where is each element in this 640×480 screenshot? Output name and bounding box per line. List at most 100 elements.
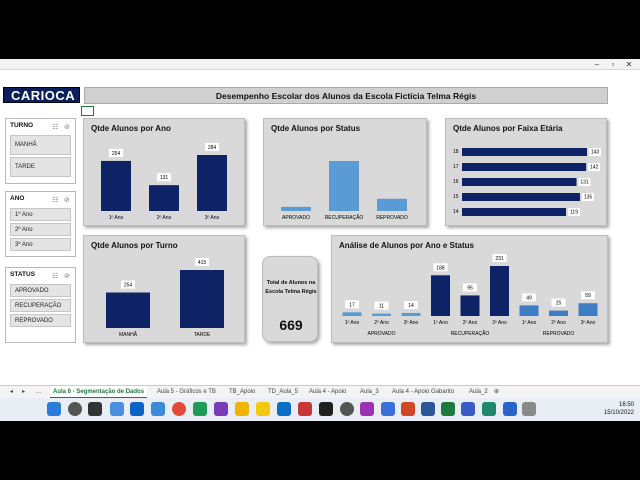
title-bar: – ▫ ✕ — [0, 59, 640, 70]
onenote-icon[interactable] — [214, 402, 228, 416]
close-icon[interactable]: ✕ — [622, 59, 636, 70]
category-label: 3º Ano — [404, 320, 419, 326]
category-label: RECUPERAÇÃO — [325, 214, 364, 221]
powerbi-icon[interactable] — [256, 402, 270, 416]
chart-card-ano-e-status[interactable]: Análise de Alunos por Ano e Status 17 1º … — [331, 235, 608, 343]
app-icon[interactable] — [381, 402, 395, 416]
mail-icon[interactable] — [130, 402, 144, 416]
slicer-item-aprovado[interactable]: APROVADO — [10, 284, 71, 297]
category-label: TARDE — [194, 332, 211, 338]
data-label: 59 — [585, 293, 591, 299]
excel-icon[interactable] — [441, 402, 455, 416]
bar — [372, 313, 391, 316]
chart-card-faixa-etaria[interactable]: Qtde Alunos por Faixa Etária 18 143 17 142 1… — [445, 118, 607, 226]
multi-select-icon[interactable]: ☷ — [52, 194, 58, 208]
clear-filter-icon[interactable]: ⊘ — [64, 194, 70, 208]
selected-cell[interactable] — [81, 106, 94, 116]
clear-filter-icon[interactable]: ⊘ — [64, 121, 70, 135]
bar — [329, 161, 359, 211]
data-label: 131 — [580, 180, 589, 186]
slicer-turno-header: TURNO ☷ ⊘ — [6, 119, 75, 133]
app-icon[interactable] — [461, 402, 475, 416]
app-icon[interactable] — [298, 402, 312, 416]
bar — [578, 303, 598, 316]
data-label: 284 — [208, 145, 217, 151]
chart-card-alunos-por-turno[interactable]: Qtde Alunos por Turno 254 MANHÃ 415 TARDE — [83, 235, 245, 343]
maximize-icon[interactable]: ▫ — [606, 59, 620, 70]
data-label: 11 — [379, 304, 384, 310]
category-label: APROVADO — [282, 215, 310, 221]
task-view-icon[interactable] — [88, 402, 102, 416]
slicer-item-tarde[interactable]: TARDE — [10, 157, 71, 177]
data-label: 254 — [124, 283, 133, 289]
app-icon[interactable] — [319, 402, 333, 416]
multi-select-icon[interactable]: ☷ — [52, 121, 58, 135]
bar — [490, 266, 509, 316]
edge-icon[interactable] — [151, 402, 165, 416]
data-label: 143 — [591, 150, 600, 156]
multi-select-icon[interactable]: ☷ — [52, 270, 58, 284]
bar — [462, 178, 577, 186]
app-icon[interactable] — [360, 402, 374, 416]
category-label: 1º Ano — [433, 320, 448, 326]
slicer-item-2-ano[interactable]: 2º Ano — [10, 223, 71, 236]
bar — [180, 270, 224, 328]
slicer-item-recuperacao[interactable]: RECUPERAÇÃO — [10, 299, 71, 312]
total-value: 669 — [279, 317, 303, 333]
data-label: 415 — [198, 260, 207, 266]
slicer-status[interactable]: STATUS ☷ ⊘ APROVADO RECUPERAÇÃO REPROVAD… — [5, 267, 76, 343]
chrome-icon[interactable] — [172, 402, 186, 416]
chart-alunos-por-status: APROVADO RECUPERAÇÃO REPROVADO — [281, 161, 408, 221]
widgets-icon[interactable] — [110, 402, 124, 416]
group-label: APROVADO — [368, 331, 396, 337]
bar — [462, 148, 587, 156]
group-label: RECUPERAÇÃO — [451, 330, 490, 337]
excel-window: – ▫ ✕ CARIOCA Desempenho Escolar dos Alu… — [0, 59, 640, 421]
bar — [462, 193, 581, 201]
app-icon[interactable] — [340, 402, 354, 416]
slicer-item-reprovado[interactable]: REPROVADO — [10, 314, 71, 327]
slicer-ano-title: ANO — [10, 195, 25, 202]
app-icon[interactable] — [277, 402, 291, 416]
slicer-item-3-ano[interactable]: 3º Ano — [10, 238, 71, 251]
category-label: 3º Ano — [581, 320, 596, 326]
data-label: 254 — [112, 151, 121, 157]
slicer-turno[interactable]: TURNO ☷ ⊘ MANHÃ TARDE — [5, 118, 76, 184]
bar — [377, 198, 407, 211]
data-label: 131 — [160, 175, 169, 181]
bar — [549, 310, 568, 316]
bar — [106, 292, 150, 328]
clear-filter-icon[interactable]: ⊘ — [64, 270, 70, 284]
data-label: 49 — [526, 295, 532, 301]
sheet-tab-bar: ◂ ▸ ... Aula 6 - Segmentação de Dados Au… — [0, 385, 640, 399]
worksheet[interactable]: CARIOCA Desempenho Escolar dos Alunos da… — [0, 70, 640, 385]
powerpoint-icon[interactable] — [401, 402, 415, 416]
app-icon[interactable] — [503, 402, 517, 416]
category-label: 2º Ano — [463, 320, 478, 326]
category-label: REPROVADO — [376, 215, 408, 221]
windows-start-icon[interactable] — [47, 402, 61, 416]
chart-card-alunos-por-status[interactable]: Qtde Alunos por Status APROVADO RECUPERAÇ… — [263, 118, 427, 226]
app-icon[interactable] — [193, 402, 207, 416]
explorer-icon[interactable] — [235, 402, 249, 416]
category-label: 16 — [453, 179, 459, 185]
chart-card-alunos-por-ano[interactable]: Qtde Alunos por Ano 254 1º Ano 131 2º Ano 28… — [83, 118, 245, 226]
word-icon[interactable] — [421, 402, 435, 416]
bar — [401, 312, 421, 316]
search-icon[interactable] — [68, 402, 82, 416]
bar — [197, 155, 227, 211]
bar — [149, 185, 179, 211]
slicer-item-1-ano[interactable]: 1º Ano — [10, 208, 71, 221]
category-label: 1º Ano — [345, 320, 360, 326]
slicer-ano[interactable]: ANO ☷ ⊘ 1º Ano 2º Ano 3º Ano — [5, 191, 76, 257]
category-label: 17 — [453, 164, 459, 170]
slicer-item-manha[interactable]: MANHÃ — [10, 135, 71, 155]
slicer-status-title: STATUS — [10, 271, 36, 278]
slicer-ano-header: ANO ☷ ⊘ — [6, 192, 75, 206]
data-label: 135 — [584, 195, 593, 201]
app-icon[interactable] — [522, 402, 536, 416]
minimize-icon[interactable]: – — [590, 59, 604, 70]
group-label: REPROVADO — [543, 331, 575, 337]
app-icon[interactable] — [482, 402, 496, 416]
system-clock[interactable]: 16:50 15/10/2022 — [604, 401, 634, 417]
